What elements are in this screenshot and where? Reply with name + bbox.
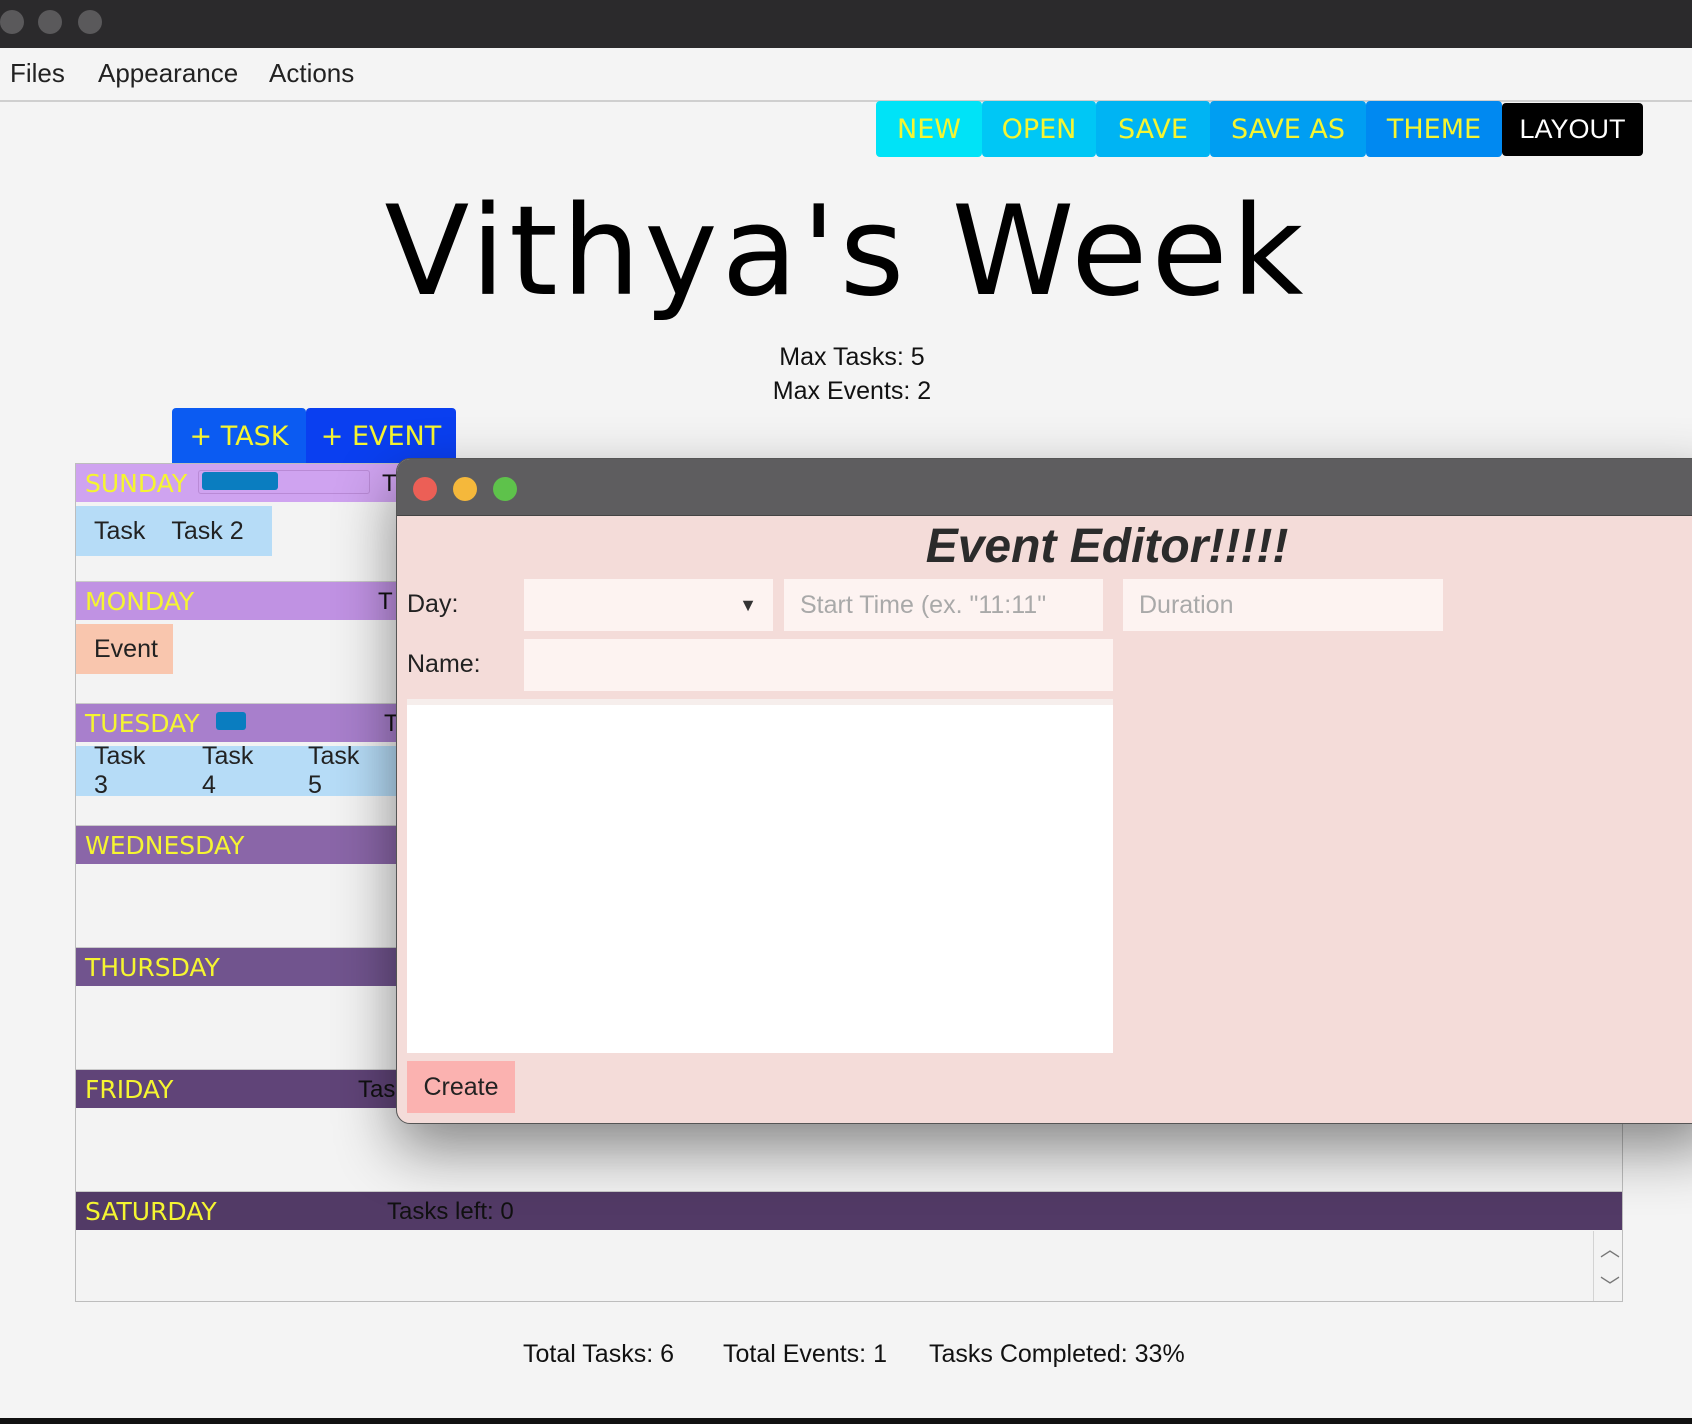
name-label: Name: [407,650,481,678]
task-chip[interactable]: Task [94,517,145,546]
dialog-close-icon[interactable] [413,477,437,501]
day-name: FRIDAY [85,1074,174,1104]
menu-actions[interactable]: Actions [269,58,354,89]
menu-files[interactable]: Files [10,58,65,89]
day-name: MONDAY [85,586,195,616]
sunday-task-chips: Task Task 2 [76,506,272,556]
max-tasks-label: Max Tasks: 5 [779,343,925,371]
new-button[interactable]: NEW [876,101,982,157]
total-events-label: Total Events: 1 [723,1340,887,1368]
day-header-saturday: SATURDAY [76,1192,1622,1230]
scroll-down-icon[interactable]: ﹀ [1600,1270,1620,1299]
chevron-down-icon: ▼ [739,594,757,615]
tuesday-progress-bar [216,712,246,730]
day-name: SUNDAY [85,468,188,498]
dialog-titlebar [397,459,1692,516]
saturday-tasks-left: Tasks left: 0 [387,1198,514,1225]
friday-tasks-left: Tas [358,1076,396,1103]
day-label: Day: [407,590,459,618]
dialog-title: Event Editor!!!!! [925,520,1289,573]
scrollbar[interactable]: ︿ ﹀ [1593,1231,1622,1301]
minimize-window-icon[interactable] [38,10,62,34]
day-name: SATURDAY [85,1196,217,1226]
menu-appearance[interactable]: Appearance [98,58,238,89]
tasks-completed-label: Tasks Completed: 33% [929,1340,1185,1368]
open-button[interactable]: OPEN [982,101,1096,157]
monday-tasks-left: T [378,588,393,615]
total-tasks-label: Total Tasks: 6 [523,1340,675,1368]
add-event-button[interactable]: + EVENT [306,408,456,464]
task-chip[interactable]: Task 4 [202,742,274,800]
save-button[interactable]: SAVE [1096,101,1210,157]
duration-input[interactable] [1123,579,1443,631]
description-textarea[interactable] [407,699,1113,1053]
day-name: WEDNESDAY [85,830,245,860]
scroll-up-icon[interactable]: ︿ [1600,1233,1620,1262]
dialog-zoom-icon[interactable] [493,477,517,501]
day-select[interactable]: ▼ [524,579,773,631]
task-chip[interactable]: Task 3 [94,742,166,800]
window-bottom-edge [0,1418,1692,1424]
sunday-progress-track [198,470,370,494]
save-as-button[interactable]: SAVE AS [1210,101,1366,157]
start-time-input[interactable] [784,579,1103,631]
zoom-window-icon[interactable] [78,10,102,34]
close-window-icon[interactable] [0,10,24,34]
task-chip[interactable]: Task 5 [308,742,380,800]
task-chip[interactable]: Task 2 [171,517,243,546]
day-name: TUESDAY [85,708,200,738]
window-titlebar [0,0,1692,48]
page-title: Vithya's Week [384,180,1308,324]
tuesday-task-chips: Task 3 Task 4 Task 5 [76,742,406,799]
menu-bar: Files Appearance Actions [0,48,1692,102]
max-events-label: Max Events: 2 [772,377,932,405]
dialog-minimize-icon[interactable] [453,477,477,501]
theme-button[interactable]: THEME [1366,101,1502,157]
name-input[interactable] [524,639,1113,691]
day-name: THURSDAY [85,952,220,982]
event-chip[interactable]: Event [94,635,158,664]
add-task-button[interactable]: + TASK [172,408,306,464]
event-editor-dialog: Event Editor!!!!! Day: ▼ Name: Create [396,458,1692,1124]
sunday-tasks-left: T [382,470,397,497]
monday-event-chip[interactable]: Event [76,624,173,674]
layout-button[interactable]: LAYOUT [1502,103,1643,156]
create-button[interactable]: Create [407,1061,515,1113]
